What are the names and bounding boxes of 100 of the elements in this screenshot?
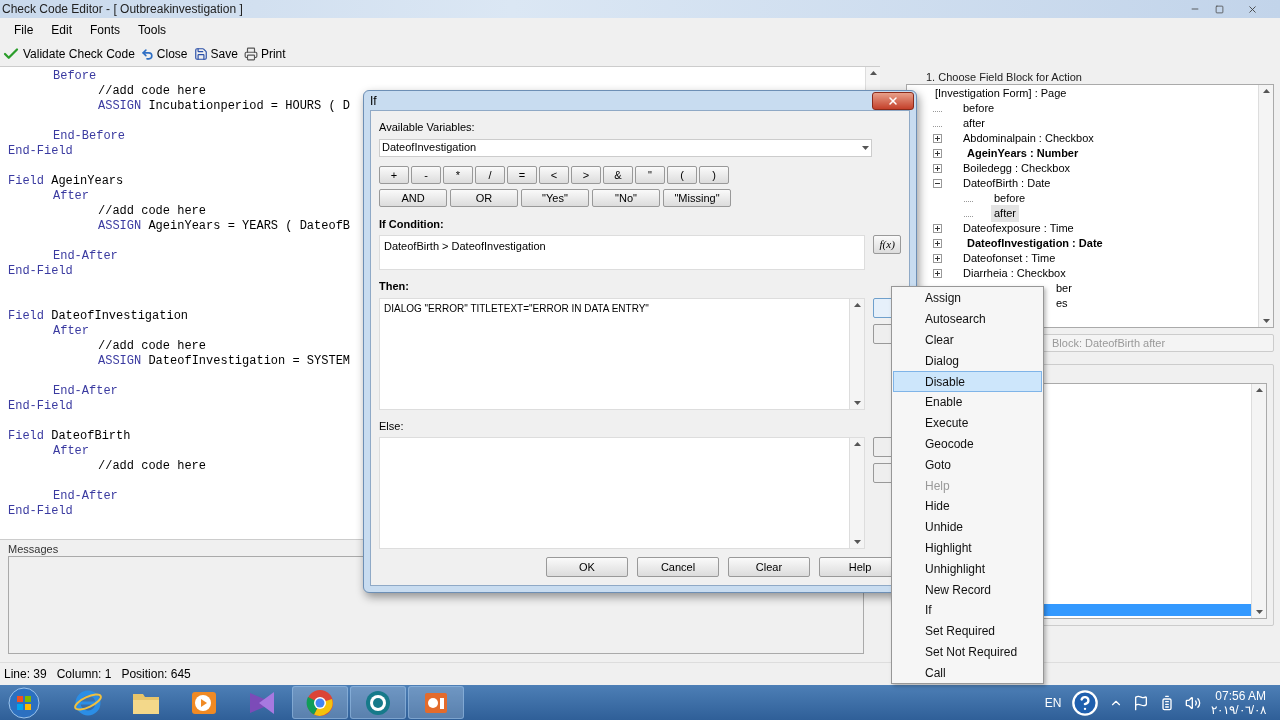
close-button[interactable] [872,91,914,110]
expand-icon[interactable] [933,164,942,173]
menu-item[interactable]: Assign [893,288,1042,309]
status-text: Line: 39 [4,666,47,683]
help-icon[interactable] [1071,688,1100,717]
tree-item[interactable]: Diarrheia : Checkbox [960,265,1069,282]
scroll-down-icon[interactable] [1262,319,1270,323]
close-icon [1246,3,1258,15]
menu-item[interactable]: Highlight [893,537,1042,559]
operator-button[interactable]: ( [667,165,697,184]
operator-button[interactable]: * [443,165,473,184]
chrome-icon[interactable] [306,688,334,717]
ring-icon[interactable] [364,688,392,717]
taskbar-app[interactable] [292,686,348,719]
keyword-button[interactable]: "No" [592,188,660,207]
tree-item[interactable]: Abdominalpain : Checkbox [960,130,1097,147]
toolbar-button[interactable]: Save [193,45,238,63]
operator-button[interactable]: / [475,165,505,184]
tree-item[interactable]: after [960,115,988,132]
menu-item[interactable]: Set Required [893,620,1042,642]
menu-item[interactable]: Autosearch [893,308,1042,330]
operator-button[interactable]: & [603,165,633,184]
operator-button[interactable]: < [539,165,569,184]
scroll-up-icon[interactable] [869,71,877,75]
operator-button[interactable]: ) [699,165,729,184]
play-icon[interactable] [191,689,217,716]
tree-item[interactable]: Boiledegg : Checkbox [960,160,1073,177]
tree-item[interactable]: ber [1053,280,1075,297]
toolbar-button[interactable]: Print [243,45,286,63]
dialog-button[interactable]: Cancel [637,557,719,577]
toolbar-button[interactable]: Validate Check Code [2,45,135,63]
language-indicator[interactable]: EN [1044,693,1062,712]
condition-field[interactable]: DateofBirth > DateofInvestigation [379,235,866,270]
expand-icon[interactable] [933,239,942,248]
menu-item[interactable]: Set Not Required [893,641,1042,663]
clock-time[interactable]: 07:56 AM [1215,688,1266,703]
scroll-down-icon[interactable] [853,400,861,405]
tree-item[interactable]: Dateofonset : Time [960,250,1059,267]
operator-button[interactable]: " [635,165,665,184]
scroll-down-icon[interactable] [1255,610,1263,614]
keyword-button[interactable]: "Yes" [521,188,589,207]
tree-item[interactable]: DateofInvestigation : Date [964,235,1106,252]
scroll-up-icon[interactable] [1255,388,1263,392]
menu-item[interactable]: Disable [893,371,1042,392]
then-field[interactable]: DIALOG "ERROR" TITLETEXT="ERROR IN DATA ENTRY" [379,297,865,410]
keyword-button[interactable]: OR [450,188,518,207]
menu-item[interactable]: Edit [43,21,81,39]
expand-icon[interactable] [933,254,942,263]
variables-dropdown[interactable]: DateofInvestigation [379,138,872,157]
tree-item[interactable]: AgeinYears : Number [964,145,1082,162]
menu-item[interactable]: Unhide [893,516,1042,538]
menu-item[interactable]: Enable [893,392,1042,413]
menu-item[interactable]: Fonts [82,21,129,39]
taskbar-app[interactable] [408,686,464,719]
tree-item[interactable]: es [1053,295,1071,312]
flag-icon[interactable] [1133,694,1150,711]
operator-button[interactable]: - [411,165,441,184]
menu-item[interactable]: If [893,599,1042,621]
tree-item[interactable]: DateofBirth : Date [960,175,1054,192]
field-label: Else: [379,418,405,434]
menu-item[interactable]: Execute [893,412,1042,434]
operator-button[interactable]: = [507,165,537,184]
clock-date[interactable]: ٢٠١٩/٠٦/٠٨ [1211,702,1266,717]
toolbar-button[interactable]: Close [140,45,188,63]
taskbar-app[interactable] [350,686,406,719]
code-line: Field DateofBirth [8,429,131,444]
menu-item[interactable]: Goto [893,454,1042,476]
tree-item[interactable]: before [991,190,1029,207]
menu-item[interactable]: Tools [130,21,175,39]
else-field[interactable] [379,437,865,549]
dialog-button[interactable]: OK [546,557,628,577]
code-line: End-After [53,489,118,504]
scroll-up-icon[interactable] [853,302,861,307]
scroll-up-icon[interactable] [853,442,861,446]
expand-icon[interactable] [933,134,942,143]
start-icon[interactable] [8,686,40,719]
tree-item[interactable]: [Investigation Form] : Page [932,85,1070,102]
menu-item[interactable]: New Record [893,579,1042,600]
caret-icon[interactable] [862,145,869,150]
volume-icon[interactable] [1185,694,1202,711]
menu-item[interactable]: Geocode [893,433,1042,455]
tree-item[interactable]: after [991,205,1019,222]
code-line: //add code here [98,459,207,474]
menu-item[interactable]: Call [893,662,1042,684]
expand-icon[interactable] [933,149,942,158]
function-button[interactable]: f(x) [873,235,901,254]
dialog-button[interactable]: Clear [728,557,810,577]
tree-item[interactable]: before [960,100,998,117]
menu-item[interactable]: Hide [893,495,1042,517]
operator-button[interactable]: > [571,165,601,184]
expand-icon[interactable] [933,224,942,233]
collapse-icon[interactable] [933,179,942,188]
operator-button[interactable]: + [379,165,409,184]
keyword-button[interactable]: AND [379,188,447,207]
menu-item[interactable]: File [6,21,42,39]
tree-item[interactable]: Dateofexposure : Time [960,220,1077,237]
menu-item[interactable]: Dialog [893,350,1042,372]
scroll-up-icon[interactable] [1262,89,1270,93]
expand-icon[interactable] [933,269,942,278]
keyword-button[interactable]: "Missing" [663,188,731,207]
